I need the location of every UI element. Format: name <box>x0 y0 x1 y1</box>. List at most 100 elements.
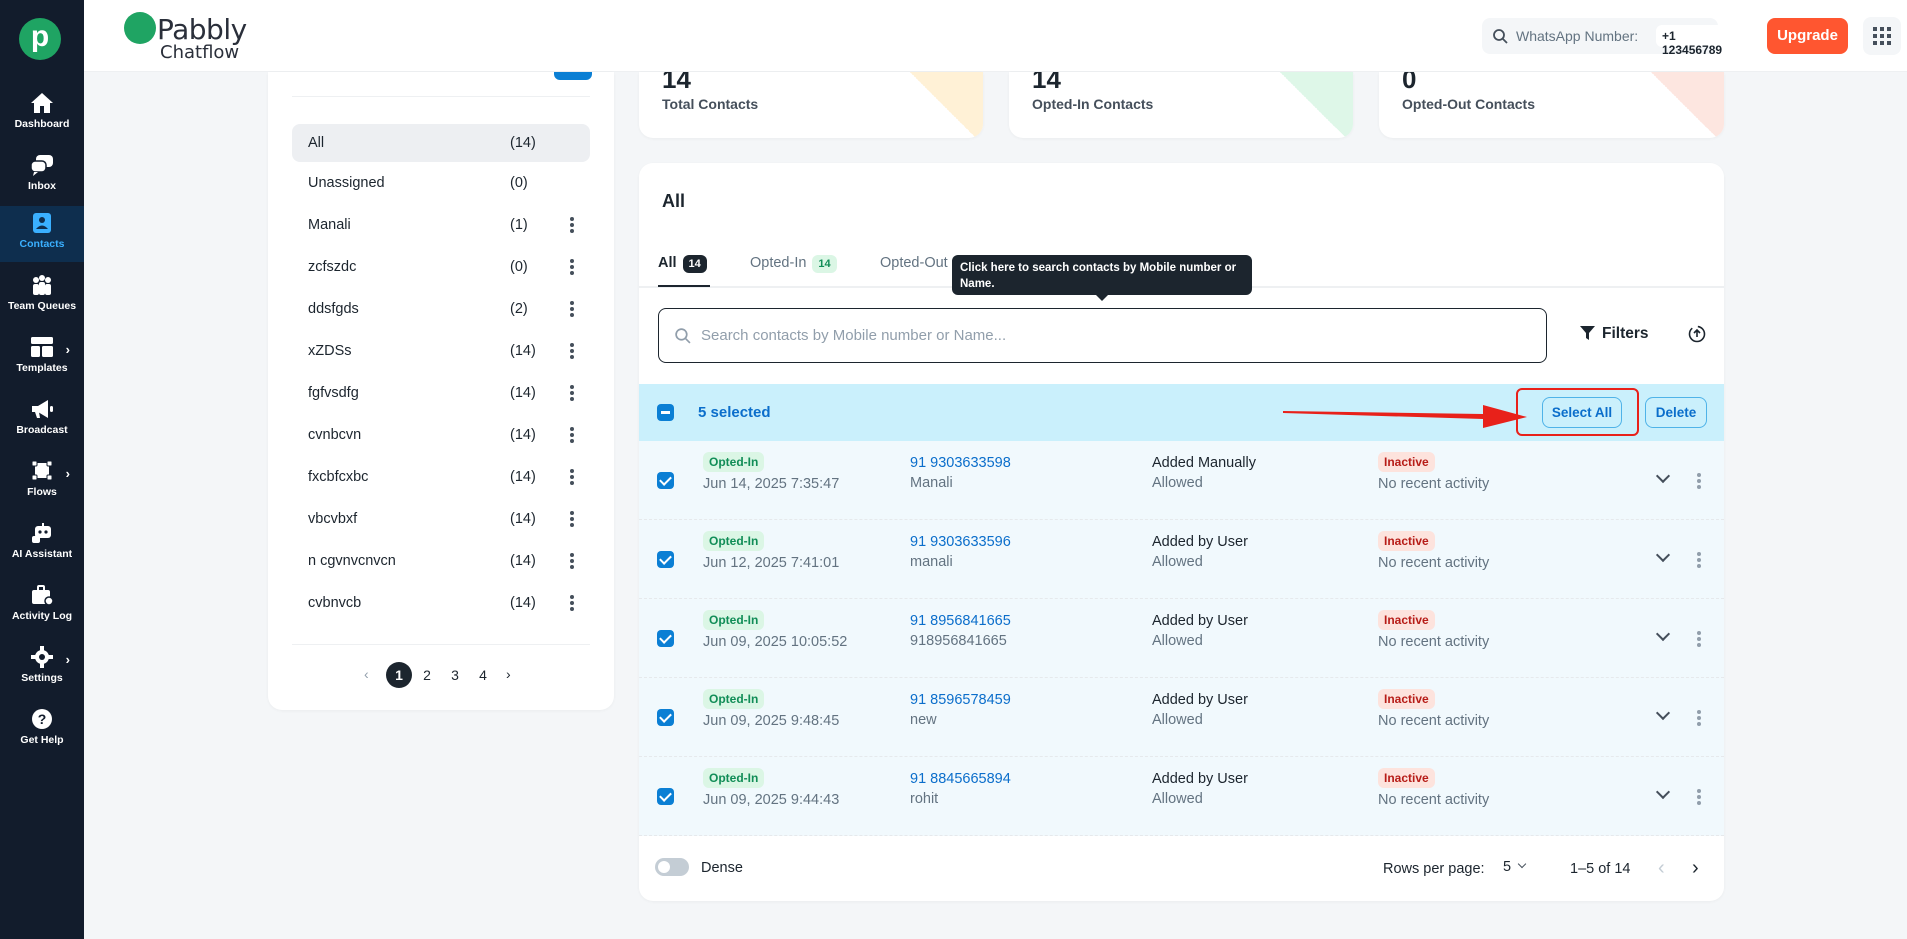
more-vert-icon[interactable] <box>1697 789 1701 805</box>
stat-label: Opted-Out Contacts <box>1402 96 1535 112</box>
rows-per-page-label: Rows per page: <box>1383 861 1485 877</box>
more-vert-icon[interactable] <box>570 259 574 275</box>
list-item[interactable]: xZDSs (14) <box>292 332 590 370</box>
row-checkbox[interactable] <box>657 630 674 647</box>
row-checkbox[interactable] <box>657 551 674 568</box>
card-decoration <box>1273 72 1353 138</box>
more-vert-icon[interactable] <box>570 595 574 611</box>
list-item[interactable]: cvbnvcb (14) <box>292 584 590 622</box>
sidebar-item-broadcast[interactable]: Broadcast <box>0 392 84 448</box>
page-button-4[interactable]: 4 <box>470 662 496 688</box>
select-all-button[interactable]: Select All <box>1542 397 1622 428</box>
permission: Allowed <box>1152 554 1203 570</box>
chevron-down-icon[interactable] <box>1655 784 1671 800</box>
chevron-down-icon[interactable] <box>1655 705 1671 721</box>
delete-button[interactable]: Delete <box>1645 397 1707 428</box>
phone-number[interactable]: 91 8596578459 <box>910 692 1011 708</box>
table-row[interactable]: Opted-In Jun 12, 2025 7:41:01 91 9303633… <box>639 520 1724 599</box>
sidebar-item-templates[interactable]: › Templates <box>0 330 84 386</box>
contact-name: new <box>910 712 937 728</box>
rows-per-page-select[interactable]: 5 <box>1503 858 1527 876</box>
tab-count: 14 <box>812 255 837 273</box>
tab-all[interactable]: All 14 <box>658 255 707 273</box>
whatsapp-number-selector[interactable]: WhatsApp Number: +1 123456789 <box>1482 18 1729 57</box>
list-count: (14) <box>510 135 536 151</box>
upgrade-button[interactable]: Upgrade <box>1767 18 1848 54</box>
list-item[interactable]: fxcbfcxbc (14) <box>292 458 590 496</box>
sidebar-item-flows[interactable]: › Flows <box>0 454 84 510</box>
template-icon <box>31 337 53 357</box>
table-row[interactable]: Opted-In Jun 14, 2025 7:35:47 91 9303633… <box>639 441 1724 520</box>
page-button-1[interactable]: 1 <box>386 662 412 688</box>
search-input[interactable]: Search contacts by Mobile number or Name… <box>658 308 1547 363</box>
status-badge: Opted-In <box>703 768 765 788</box>
prev-page-icon[interactable]: ‹ <box>1658 857 1665 880</box>
sidebar-item-team-queues[interactable]: Team Queues <box>0 268 84 324</box>
list-name: All <box>308 135 325 151</box>
list-item[interactable]: Manali (1) <box>292 206 590 244</box>
apps-grid-button[interactable] <box>1863 17 1901 55</box>
table-row[interactable]: Opted-In Jun 09, 2025 9:44:43 91 8845665… <box>639 757 1724 836</box>
list-count: (2) <box>510 301 528 317</box>
sidebar-item-activity-log[interactable]: Activity Log <box>0 578 84 634</box>
sidebar-item-contacts[interactable]: Contacts <box>0 206 84 262</box>
chevron-down-icon[interactable] <box>1655 626 1671 642</box>
more-vert-icon[interactable] <box>1697 710 1701 726</box>
phone-number[interactable]: 91 8845665894 <box>910 771 1011 787</box>
list-item[interactable]: zcfszdc (0) <box>292 248 590 286</box>
phone-number[interactable]: 91 9303633598 <box>910 455 1011 471</box>
chevron-down-icon[interactable] <box>1655 547 1671 563</box>
list-item-unassigned[interactable]: Unassigned (0) <box>292 164 590 202</box>
page-button-2[interactable]: 2 <box>414 662 440 688</box>
status-badge: Opted-In <box>703 610 765 630</box>
row-checkbox[interactable] <box>657 788 674 805</box>
more-vert-icon[interactable] <box>570 553 574 569</box>
row-checkbox[interactable] <box>657 472 674 489</box>
created-date: Jun 09, 2025 9:48:45 <box>703 713 840 729</box>
pabbly-logo[interactable] <box>19 18 61 60</box>
table-title: All <box>662 191 686 211</box>
list-item[interactable]: cvnbcvn (14) <box>292 416 590 454</box>
phone-number[interactable]: 91 9303633596 <box>910 534 1011 550</box>
list-item-all[interactable]: All (14) <box>292 124 590 162</box>
list-item[interactable]: n cgvnvcnvcn (14) <box>292 542 590 580</box>
sidebar-item-settings[interactable]: › Settings <box>0 640 84 696</box>
row-checkbox[interactable] <box>657 709 674 726</box>
table-row[interactable]: Opted-In Jun 09, 2025 10:05:52 91 895684… <box>639 599 1724 678</box>
sidebar-item-ai-assistant[interactable]: AI Assistant <box>0 516 84 572</box>
more-vert-icon[interactable] <box>570 469 574 485</box>
select-all-checkbox[interactable] <box>657 404 674 421</box>
list-name: n cgvnvcnvcn <box>308 553 396 569</box>
next-page-icon[interactable]: › <box>1692 857 1699 880</box>
more-vert-icon[interactable] <box>570 511 574 527</box>
sidebar-item-label: AI Assistant <box>11 548 73 560</box>
more-vert-icon[interactable] <box>570 343 574 359</box>
page-button-3[interactable]: 3 <box>442 662 468 688</box>
more-vert-icon[interactable] <box>570 217 574 233</box>
chevron-down-icon[interactable] <box>1655 468 1671 484</box>
prev-page-button[interactable]: ‹ <box>364 666 369 682</box>
more-vert-icon[interactable] <box>1697 473 1701 489</box>
list-item[interactable]: fgfvsdfg (14) <box>292 374 590 412</box>
more-vert-icon[interactable] <box>1697 552 1701 568</box>
table-row[interactable]: Opted-In Jun 09, 2025 9:48:45 91 8596578… <box>639 678 1724 757</box>
sidebar-item-dashboard[interactable]: Dashboard <box>0 86 84 142</box>
sidebar-item-inbox[interactable]: Inbox <box>0 148 84 204</box>
list-item[interactable]: vbcvbxf (14) <box>292 500 590 538</box>
list-name: xZDSs <box>308 343 352 359</box>
tab-opted-in[interactable]: Opted-In 14 <box>750 255 837 273</box>
created-date: Jun 09, 2025 9:44:43 <box>703 792 840 808</box>
phone-number[interactable]: 91 8956841665 <box>910 613 1011 629</box>
next-page-button[interactable]: › <box>506 666 511 682</box>
tab-opted-out[interactable]: Opted-Out <box>880 255 948 271</box>
permission: Allowed <box>1152 712 1203 728</box>
sidebar-item-get-help[interactable]: ? Get Help <box>0 702 84 758</box>
export-icon[interactable] <box>1688 325 1706 343</box>
more-vert-icon[interactable] <box>570 301 574 317</box>
dense-toggle[interactable] <box>655 858 689 876</box>
more-vert-icon[interactable] <box>570 385 574 401</box>
create-list-button[interactable] <box>554 72 592 80</box>
list-item[interactable]: ddsfgds (2) <box>292 290 590 328</box>
more-vert-icon[interactable] <box>570 427 574 443</box>
more-vert-icon[interactable] <box>1697 631 1701 647</box>
